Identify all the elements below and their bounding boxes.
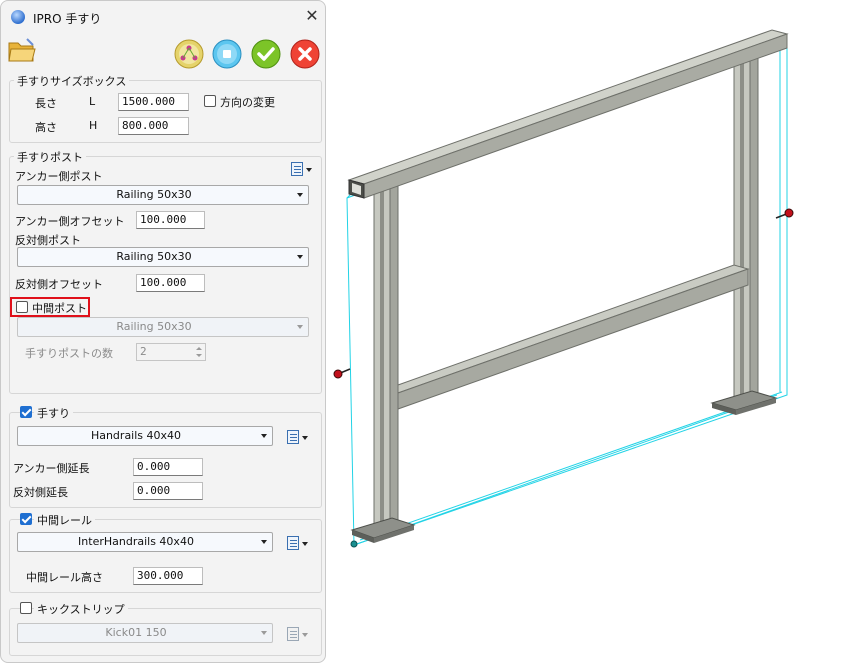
kick-strip-list-icon[interactable] — [287, 627, 308, 641]
kick-strip-checkbox[interactable] — [20, 602, 32, 614]
mid-rail-list-icon[interactable] — [287, 536, 308, 550]
direction-label: 方向の変更 — [220, 96, 275, 109]
handrail-title: 手すり — [34, 405, 73, 421]
ok-icon[interactable] — [251, 39, 281, 69]
post-count-label: 手すりポストの数 — [25, 347, 113, 360]
anchor-post-label: アンカー側ポスト — [15, 170, 103, 183]
cancel-icon[interactable] — [290, 39, 320, 69]
chevron-down-icon — [261, 540, 267, 544]
anchor-point-handle[interactable] — [350, 540, 358, 548]
anchor-offset-label: アンカー側オフセット — [15, 215, 125, 228]
title-bar: IPRO 手すり ✕ — [1, 1, 325, 33]
chevron-down-icon — [297, 193, 303, 197]
anchor-ext-label: アンカー側延長 — [13, 462, 90, 475]
middle-post-select[interactable]: Railing 50x30 — [17, 317, 309, 337]
folder-open-icon[interactable] — [7, 37, 37, 65]
opposite-ext-label: 反対側延長 — [13, 486, 68, 499]
pick-point-icon[interactable] — [174, 39, 204, 69]
opposite-post-value: Railing 50x30 — [116, 250, 192, 263]
opposite-post — [733, 46, 759, 409]
window-title: IPRO 手すり — [33, 12, 102, 26]
anchor-post-value: Railing 50x30 — [116, 188, 192, 201]
kick-strip-value: Kick01 150 — [105, 626, 167, 639]
stop-icon[interactable] — [212, 39, 242, 69]
opposite-offset-input[interactable]: 100.000 — [136, 274, 205, 292]
opposite-post-select[interactable]: Railing 50x30 — [17, 247, 309, 267]
opposite-ext-input[interactable]: 0.000 — [133, 482, 203, 500]
direction-checkbox[interactable] — [204, 95, 216, 107]
close-button[interactable]: ✕ — [303, 7, 321, 25]
length-symbol: L — [89, 95, 96, 108]
height-label: 高さ — [35, 121, 57, 134]
chevron-down-icon — [261, 631, 267, 635]
chevron-down-icon[interactable] — [196, 354, 202, 357]
chevron-down-icon — [261, 434, 267, 438]
mid-rail-select[interactable]: InterHandrails 40x40 — [17, 532, 273, 552]
chevron-down-icon — [297, 255, 303, 259]
length-input[interactable]: 1500.000 — [118, 93, 189, 111]
posts-title: 手すりポスト — [14, 149, 86, 165]
railing-3d-viewport[interactable] — [332, 0, 862, 663]
post-count-stepper[interactable]: 2 — [136, 343, 206, 361]
size-box-title: 手すりサイズボックス — [14, 73, 130, 89]
mid-rail-height-input[interactable]: 300.000 — [133, 567, 203, 585]
handrail-select[interactable]: Handrails 40x40 — [17, 426, 273, 446]
resize-handle-right[interactable] — [775, 208, 794, 219]
mid-rail-height-label: 中間レール高さ — [26, 571, 103, 584]
chevron-down-icon — [297, 325, 303, 329]
middle-post-value: Railing 50x30 — [116, 320, 192, 333]
middle-post-label: 中間ポスト — [32, 302, 87, 315]
app-icon — [11, 10, 25, 24]
length-label: 長さ — [35, 97, 57, 110]
handrail-list-icon[interactable] — [287, 430, 308, 444]
opposite-offset-label: 反対側オフセット — [15, 278, 103, 291]
resize-handle-left[interactable] — [333, 368, 351, 379]
handrail-checkbox[interactable] — [20, 406, 32, 418]
anchor-post-select[interactable]: Railing 50x30 — [17, 185, 309, 205]
mid-rail-checkbox[interactable] — [20, 513, 32, 525]
opposite-post-label: 反対側ポスト — [15, 234, 81, 247]
post-count-value: 2 — [140, 345, 147, 358]
anchor-ext-input[interactable]: 0.000 — [133, 458, 203, 476]
chevron-up-icon[interactable] — [196, 347, 202, 350]
kick-strip-select[interactable]: Kick01 150 — [17, 623, 273, 643]
height-symbol: H — [89, 119, 98, 132]
height-input[interactable]: 800.000 — [118, 117, 189, 135]
mid-rail-value: InterHandrails 40x40 — [78, 535, 194, 548]
middle-post-checkbox[interactable] — [16, 301, 28, 313]
mid-rail-title: 中間レール — [34, 512, 95, 528]
posts-list-icon[interactable] — [291, 162, 312, 176]
anchor-post — [373, 182, 399, 533]
kick-strip-title: キックストリップ — [34, 601, 128, 617]
anchor-offset-input[interactable]: 100.000 — [136, 211, 205, 229]
mid-rail — [397, 264, 750, 410]
handrail-value: Handrails 40x40 — [90, 429, 182, 442]
railing-dialog: IPRO 手すり ✕ 手すりサイズボックス 長さ L 1500.000 方向の変… — [0, 0, 326, 663]
top-handrail — [347, 29, 789, 199]
